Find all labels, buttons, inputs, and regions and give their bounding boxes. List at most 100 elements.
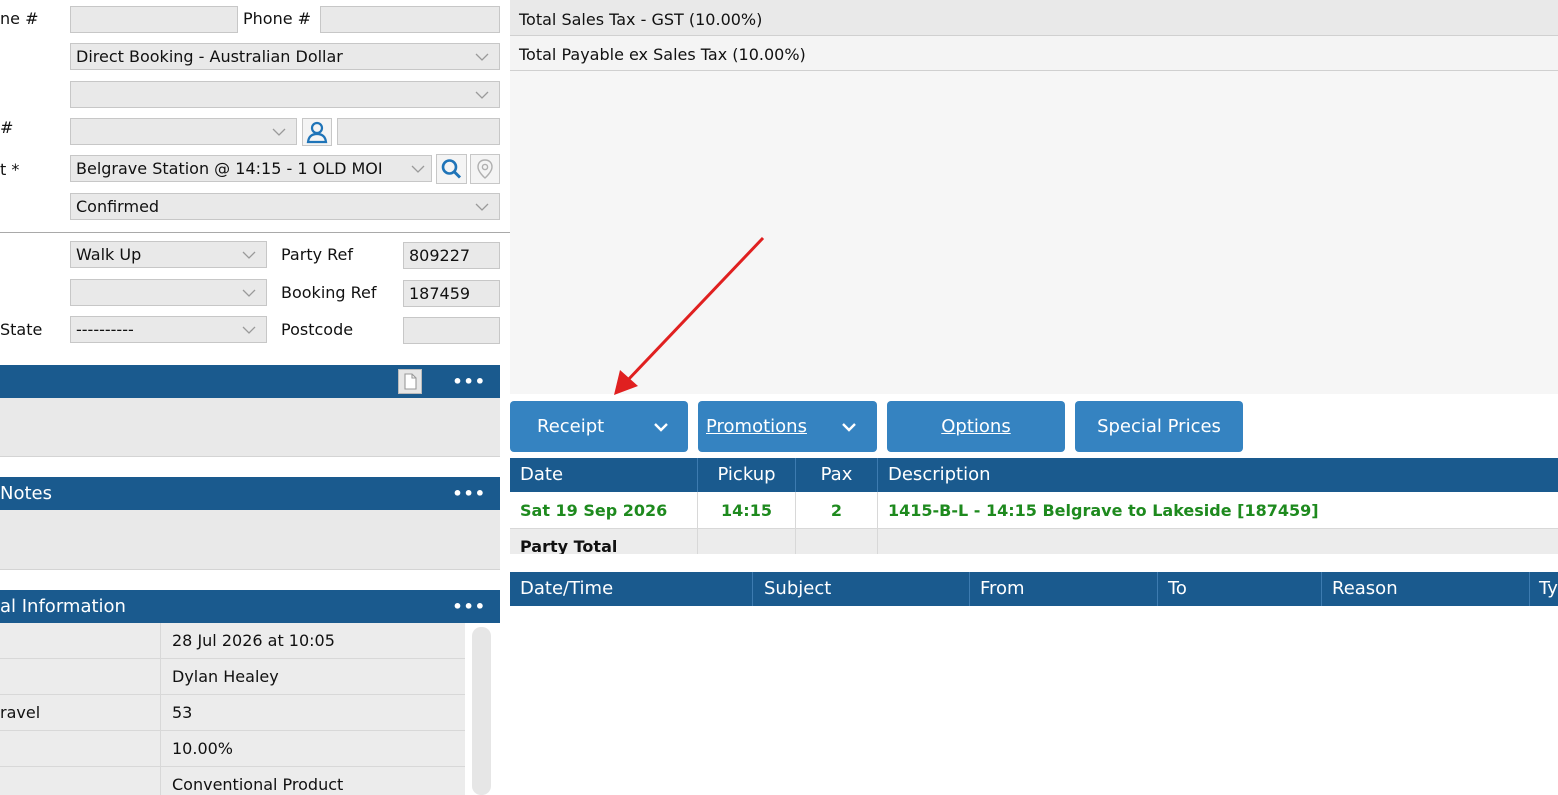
- col-pax[interactable]: Pax: [795, 458, 877, 492]
- postcode-label: Postcode: [281, 320, 354, 339]
- col-reason[interactable]: Reason: [1321, 572, 1398, 606]
- info-row-separator: [160, 659, 161, 694]
- info-title: al Information: [0, 596, 126, 617]
- user-icon: [306, 121, 328, 144]
- col-subject[interactable]: Subject: [752, 572, 831, 606]
- more-options-icon[interactable]: •••: [452, 477, 486, 510]
- document-icon: [404, 373, 417, 390]
- form-divider: [0, 232, 510, 233]
- options-button[interactable]: Options: [887, 401, 1065, 452]
- pickup-select-value: Belgrave Station @ 14:15 - 1 OLD MOI: [76, 159, 383, 178]
- annotation-arrow: [614, 236, 765, 395]
- source-select[interactable]: Walk Up: [70, 241, 267, 268]
- col-from[interactable]: From: [969, 572, 1025, 606]
- notes-section-bar: Notes •••: [0, 477, 500, 510]
- blank-select[interactable]: [70, 81, 500, 108]
- pickup-search-button[interactable]: [436, 154, 467, 184]
- agent-select[interactable]: Direct Booking - Australian Dollar: [70, 43, 500, 70]
- party-ref-field[interactable]: 809227: [403, 242, 500, 269]
- row-date: Sat 19 Sep 2026: [520, 501, 668, 520]
- ex-tax-label: Total Payable ex Sales Tax (10.00%): [519, 45, 806, 64]
- address-section-bar: •••: [0, 365, 500, 398]
- chevron-down-icon: [475, 194, 489, 212]
- chevron-down-icon: [242, 317, 256, 335]
- phone-label-left: ne #: [0, 9, 39, 28]
- document-button[interactable]: [398, 369, 422, 394]
- info-row: Conventional Product: [0, 767, 465, 795]
- pickup-location-button[interactable]: [470, 154, 500, 184]
- agent-select-value: Direct Booking - Australian Dollar: [76, 47, 343, 66]
- chevron-down-icon: [475, 82, 489, 100]
- col-description[interactable]: Description: [877, 458, 991, 492]
- info-row-separator: [160, 623, 161, 658]
- history-grid-header: Date/Time Subject From To Reason Ty: [510, 572, 1558, 606]
- chevron-down-icon: [842, 423, 856, 432]
- phone-field[interactable]: [320, 6, 500, 33]
- party-total-label: Party Total: [520, 537, 618, 554]
- promotions-button[interactable]: Promotions: [698, 401, 877, 452]
- col-type[interactable]: Ty: [1529, 572, 1558, 606]
- info-row-value: Conventional Product: [172, 775, 344, 794]
- party-total-sep: [877, 529, 878, 554]
- state-select[interactable]: ----------: [70, 316, 267, 343]
- status-select-value: Confirmed: [76, 197, 160, 216]
- special-prices-button[interactable]: Special Prices: [1075, 401, 1243, 452]
- col-to[interactable]: To: [1157, 572, 1187, 606]
- address-section-body: [0, 398, 500, 457]
- receipt-button-label: Receipt: [537, 416, 605, 437]
- notes-title: Notes: [0, 483, 52, 504]
- row-description: 1415-B-L - 14:15 Belgrave to Lakeside [1…: [877, 492, 1319, 529]
- booking-row[interactable]: Sat 19 Sep 2026 14:15 2 1415-B-L - 14:15…: [510, 492, 1558, 529]
- receipt-button[interactable]: Receipt: [510, 401, 688, 452]
- contact-text-field[interactable]: [337, 118, 500, 145]
- info-row-value: 53: [172, 703, 193, 722]
- more-options-icon[interactable]: •••: [452, 590, 486, 623]
- state-select-value: ----------: [76, 320, 134, 339]
- special-prices-button-label: Special Prices: [1097, 416, 1221, 437]
- chevron-down-icon: [654, 423, 668, 432]
- party-total-row: Party Total: [510, 529, 1558, 554]
- party-total-sep: [795, 529, 796, 554]
- gst-row: Total Sales Tax - GST (10.00%): [510, 0, 1558, 36]
- info-row: 10.00%: [0, 731, 465, 767]
- status-select[interactable]: Confirmed: [70, 193, 500, 220]
- secondary-select[interactable]: [70, 279, 267, 306]
- more-options-icon[interactable]: •••: [452, 365, 486, 398]
- party-total-sep: [697, 529, 698, 554]
- search-icon: [441, 159, 462, 179]
- info-row-value: Dylan Healey: [172, 667, 279, 686]
- col-pickup[interactable]: Pickup: [697, 458, 795, 492]
- info-section-bar: al Information •••: [0, 590, 500, 623]
- pickup-label: t *: [0, 160, 20, 179]
- phone-left-field[interactable]: [70, 6, 238, 33]
- info-row: ravel 53: [0, 695, 465, 731]
- booking-grid-header: Date Pickup Pax Description: [510, 458, 1558, 492]
- contact-select[interactable]: [70, 118, 297, 145]
- notes-body[interactable]: [0, 510, 500, 570]
- info-row-key: ravel: [0, 703, 41, 722]
- info-row-separator: [160, 731, 161, 766]
- info-row: Dylan Healey: [0, 659, 465, 695]
- contact-label: #: [0, 118, 14, 137]
- booking-ref-field[interactable]: 187459: [403, 280, 500, 307]
- col-date[interactable]: Date: [520, 458, 563, 492]
- row-pax: 2: [795, 492, 877, 529]
- chevron-down-icon: [272, 119, 286, 137]
- user-lookup-button[interactable]: [302, 118, 332, 146]
- phone-label: Phone #: [243, 9, 312, 28]
- pickup-select[interactable]: Belgrave Station @ 14:15 - 1 OLD MOI: [70, 155, 432, 182]
- source-select-value: Walk Up: [76, 245, 142, 264]
- info-scrollbar[interactable]: [472, 627, 491, 795]
- info-row-separator: [160, 695, 161, 730]
- info-table: 28 Jul 2026 at 10:05 Dylan Healey ravel 53 1…: [0, 623, 500, 795]
- info-row: 28 Jul 2026 at 10:05: [0, 623, 465, 659]
- info-row-value: 28 Jul 2026 at 10:05: [172, 631, 335, 650]
- chevron-down-icon: [242, 280, 256, 298]
- booking-ref-label: Booking Ref: [281, 283, 377, 302]
- postcode-field[interactable]: [403, 317, 500, 344]
- chevron-down-icon: [475, 44, 489, 62]
- chevron-down-icon: [242, 242, 256, 260]
- location-pin-icon: [477, 159, 493, 179]
- info-row-separator: [160, 767, 161, 795]
- col-datetime[interactable]: Date/Time: [520, 572, 613, 606]
